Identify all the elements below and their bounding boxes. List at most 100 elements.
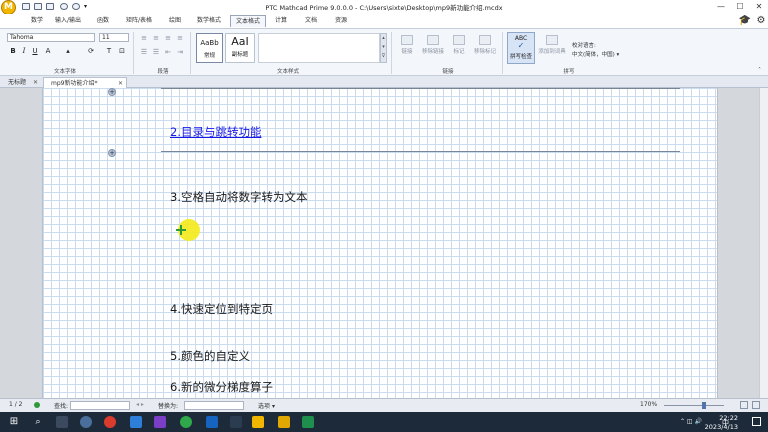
link-icon — [401, 35, 413, 45]
underline-button[interactable]: U — [30, 47, 40, 56]
find-prev-icon[interactable]: ◂ ▸ — [136, 401, 144, 408]
tab-resources[interactable]: 资源 — [330, 15, 352, 27]
superscript-icon[interactable]: T — [104, 47, 114, 56]
maximize-button[interactable]: ☐ — [731, 1, 749, 12]
tab-matrices-tables[interactable]: 矩阵/表格 — [122, 15, 156, 27]
mathcad-taskbar-icon[interactable] — [252, 416, 264, 428]
align-right-icon[interactable]: ≡ — [163, 34, 173, 43]
toc-link-heading[interactable]: 2.目录与跳转功能 — [170, 124, 261, 140]
highlight-color-icon[interactable]: ▴ — [63, 47, 73, 56]
file-explorer-icon[interactable] — [278, 416, 290, 428]
ribbon-separator — [391, 32, 392, 74]
subscript-icon[interactable]: ⊡ — [117, 47, 127, 56]
doc-tab-untitled[interactable]: 无标题 ✕ — [1, 77, 41, 88]
browser-icon[interactable] — [80, 416, 92, 428]
tab-plots[interactable]: 绘图 — [164, 15, 186, 27]
group-label-text-style: 文本样式 — [276, 69, 299, 75]
align-center-icon[interactable]: ≡ — [151, 34, 161, 43]
font-size-select[interactable]: 11 — [99, 33, 129, 42]
app-icon[interactable] — [230, 416, 242, 428]
tab-text-formatting[interactable]: 文本格式 — [230, 15, 266, 27]
open-file-icon[interactable] — [34, 3, 42, 10]
zoom-slider-thumb[interactable] — [702, 402, 706, 409]
style-subtitle-button[interactable]: AaI 副标题 — [225, 33, 255, 63]
app-icon[interactable] — [302, 416, 314, 428]
link-button[interactable]: 链接 — [396, 35, 418, 55]
windows-start-icon[interactable]: ⊞ — [8, 416, 20, 428]
close-window-button[interactable]: ✕ — [750, 1, 768, 12]
style-subtitle-preview: AaI — [231, 35, 249, 48]
tab-math-formatting[interactable]: 数学格式 — [194, 15, 224, 27]
find-options[interactable]: 选项 ▾ — [258, 401, 275, 410]
heading-text-region[interactable]: 3.空格自动将数字转为文本 — [170, 189, 307, 205]
align-left-icon[interactable]: ≡ — [139, 34, 149, 43]
increase-indent-icon[interactable]: ⇥ — [175, 48, 185, 57]
wechat-icon[interactable] — [180, 416, 192, 428]
onenote-icon[interactable] — [154, 416, 166, 428]
group-label-paragraph: 段落 — [157, 69, 169, 75]
tab-calculation[interactable]: 计算 — [270, 15, 292, 27]
new-file-icon[interactable] — [22, 3, 30, 10]
replace-input[interactable] — [184, 401, 244, 410]
outlook-icon[interactable] — [206, 416, 218, 428]
settings-gear-icon[interactable]: ⚙ — [755, 15, 767, 27]
minimize-button[interactable]: — — [712, 1, 730, 12]
remove-bookmark-button[interactable]: 移除标记 — [472, 35, 498, 55]
insert-region-button[interactable]: + — [108, 88, 116, 96]
decrease-indent-icon[interactable]: ⇤ — [163, 48, 173, 57]
search-icon[interactable]: ⌕ — [32, 416, 44, 428]
check-language-select[interactable]: 中文(简体，中国) ▾ — [572, 50, 619, 58]
style-normal-button[interactable]: AaBb 常规 — [196, 33, 223, 63]
system-tray-icons[interactable]: ⌃ ◫ 🔊 — [680, 418, 702, 425]
style-gallery-scroll[interactable]: ▴ ▾ ⊽ — [380, 33, 387, 63]
tab-document[interactable]: 文档 — [300, 15, 322, 27]
justify-icon[interactable]: ≡ — [175, 34, 185, 43]
remove-link-button[interactable]: 移除链接 — [420, 35, 446, 55]
bold-button[interactable]: B — [8, 47, 18, 56]
save-icon[interactable] — [46, 3, 54, 10]
font-name-select[interactable]: Tahoma — [7, 33, 95, 42]
mathcad-logo-icon[interactable]: M — [1, 0, 16, 15]
worksheet-page[interactable]: 2.目录与跳转功能 3.空格自动将数字转为文本 4.快速定位到特定页 5.颜色的… — [42, 88, 718, 398]
clear-format-icon[interactable]: ⟳ — [86, 47, 96, 56]
vertical-scrollbar[interactable] — [759, 88, 768, 398]
numbered-list-icon[interactable]: ☰ — [151, 48, 161, 57]
replace-label: 替换为: — [158, 403, 179, 410]
app-icon[interactable] — [130, 416, 142, 428]
check-language-value: 中文(简体，中国) — [572, 52, 615, 58]
text-color-icon[interactable]: A — [43, 47, 53, 56]
doc-tab-mp9[interactable]: mp9新功能介绍* ✕ — [43, 77, 127, 88]
redo-icon[interactable] — [72, 3, 80, 10]
task-view-icon[interactable] — [56, 416, 68, 428]
style-gallery-area — [258, 33, 380, 63]
spellcheck-button[interactable]: ABC ✓ 拼写检查 — [507, 32, 535, 64]
draft-view-icon[interactable] — [752, 401, 760, 409]
title-bar: M ▾ PTC Mathcad Prime 9.0.0.0 - C:\Users… — [0, 0, 768, 15]
bullet-list-icon[interactable]: ☰ — [139, 48, 149, 57]
italic-button[interactable]: I — [19, 47, 29, 56]
undo-icon[interactable] — [60, 3, 68, 10]
bookmark-button[interactable]: 标记 — [448, 35, 470, 55]
find-input[interactable] — [70, 401, 130, 410]
quick-access-dropdown-icon[interactable]: ▾ — [84, 3, 90, 10]
chrome-icon[interactable] — [104, 416, 116, 428]
bookmark-label: 标记 — [453, 49, 465, 55]
close-tab-icon[interactable]: ✕ — [33, 77, 38, 88]
remove-link-icon — [427, 35, 439, 45]
heading-text-region[interactable]: 5.颜色的自定义 — [170, 348, 250, 364]
notification-icon[interactable] — [752, 417, 761, 426]
clock-date[interactable]: 2023/4/13 — [705, 423, 738, 431]
page-view-icon[interactable] — [740, 401, 748, 409]
learning-hat-icon[interactable]: 🎓 — [738, 15, 752, 27]
clock-time[interactable]: 22:22 — [719, 414, 738, 422]
tab-functions[interactable]: 函数 — [92, 15, 114, 27]
heading-text-region[interactable]: 4.快速定位到特定页 — [170, 301, 273, 317]
add-to-dictionary-button[interactable]: 添加到词典 — [538, 35, 566, 55]
zoom-slider[interactable] — [664, 405, 724, 406]
heading-text-region[interactable]: 6.新的微分梯度算子 — [170, 379, 273, 395]
insert-region-button[interactable]: + — [108, 149, 116, 157]
collapse-ribbon-icon[interactable]: ˄ — [758, 67, 761, 74]
zoom-level[interactable]: 170% — [640, 401, 657, 408]
tab-math[interactable]: 数学 — [26, 15, 48, 27]
tab-input-output[interactable]: 输入/输出 — [52, 15, 84, 27]
